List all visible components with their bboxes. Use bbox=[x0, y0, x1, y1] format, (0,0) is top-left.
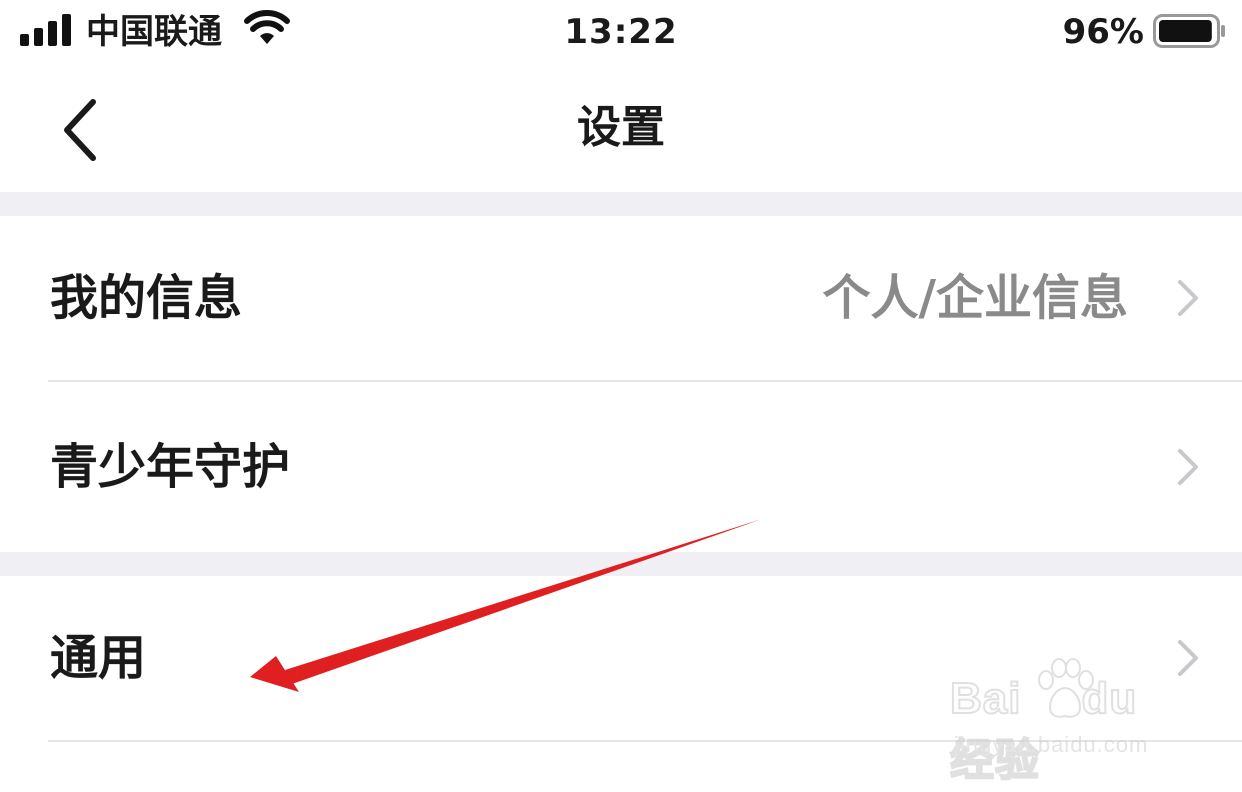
battery-percent: 96% bbox=[1062, 12, 1144, 52]
settings-row-my-info[interactable]: 我的信息 个人/企业信息 bbox=[0, 216, 1242, 380]
settings-row-youth-protection[interactable]: 青少年守护 bbox=[0, 382, 1242, 552]
watermark-url: jingyan.baidu.com bbox=[954, 732, 1149, 757]
group-separator bbox=[0, 552, 1242, 576]
baidu-jingyan-watermark: Bai du经验 jingyan.baidu.com bbox=[949, 652, 1180, 786]
status-bar: 中国联通 13:22 96% bbox=[0, 0, 1242, 70]
chevron-right-icon bbox=[1178, 280, 1198, 316]
battery-level-fill bbox=[1159, 20, 1212, 42]
row-label: 我的信息 bbox=[50, 270, 243, 326]
navigation-bar: 设置 bbox=[0, 70, 1242, 192]
paw-logo-icon bbox=[1038, 658, 1094, 718]
row-label: 通用 bbox=[50, 630, 147, 686]
row-value: 个人/企业信息 bbox=[822, 270, 1128, 326]
battery-icon bbox=[1153, 14, 1225, 48]
chevron-right-icon bbox=[1178, 449, 1198, 485]
row-label: 青少年守护 bbox=[50, 439, 291, 495]
page-title: 设置 bbox=[577, 102, 665, 153]
group-separator bbox=[0, 192, 1242, 216]
status-time: 13:22 bbox=[564, 12, 678, 52]
